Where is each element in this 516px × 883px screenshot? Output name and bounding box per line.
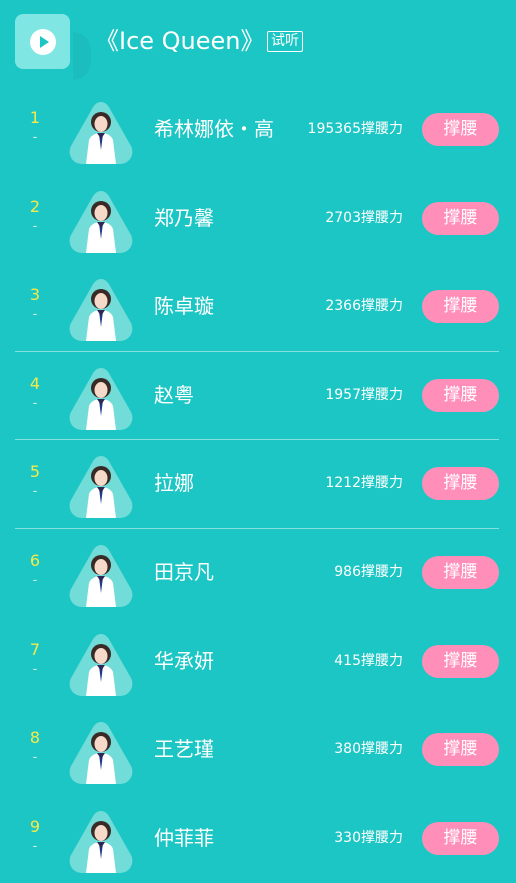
- support-button[interactable]: 撑腰: [422, 378, 499, 412]
- ranking-row: 8 - 王艺瑾 380撑腰力 撑腰: [0, 706, 516, 795]
- ranking-list: 1 - 希林娜依・高 195365撑腰力 撑腰 2 - 郑乃馨 2703撑腰力 …: [0, 86, 516, 883]
- support-score: 1957撑腰力: [325, 386, 403, 403]
- ranking-row: 2 - 郑乃馨 2703撑腰力 撑腰: [0, 175, 516, 264]
- member-avatar[interactable]: [66, 364, 136, 434]
- ranking-row: 7 - 华承妍 415撑腰力 撑腰: [0, 618, 516, 707]
- ranking-row: 6 - 田京凡 986撑腰力 撑腰: [0, 529, 516, 618]
- rank-number: 5: [29, 462, 41, 482]
- rank-trend: -: [32, 395, 38, 411]
- member-avatar[interactable]: [66, 630, 136, 700]
- ranking-row: 5 - 拉娜 1212撑腰力 撑腰: [0, 440, 516, 529]
- rank-trend: -: [32, 572, 38, 588]
- play-button-shadow: [73, 32, 91, 80]
- member-avatar[interactable]: [66, 718, 136, 788]
- rank-number: 8: [29, 728, 41, 748]
- rank-number: 3: [29, 285, 41, 305]
- member-name: 陈卓璇: [154, 294, 214, 319]
- rank-number: 2: [29, 196, 41, 216]
- member-name: 王艺瑾: [154, 737, 214, 762]
- support-button[interactable]: 撑腰: [422, 821, 499, 855]
- support-button[interactable]: 撑腰: [422, 113, 499, 146]
- song-header: 《Ice Queen》 试听: [0, 0, 516, 86]
- support-button[interactable]: 撑腰: [422, 201, 499, 235]
- rank-trend: -: [32, 838, 38, 854]
- song-title: 《Ice Queen》: [95, 27, 265, 55]
- member-name: 华承妍: [154, 648, 214, 673]
- rank-trend: -: [32, 307, 38, 323]
- support-score: 2366撑腰力: [325, 298, 403, 315]
- support-button[interactable]: 撑腰: [422, 467, 499, 501]
- support-score: 330撑腰力: [334, 829, 403, 846]
- member-name: 郑乃馨: [154, 205, 214, 230]
- ranking-row: 4 - 赵粤 1957撑腰力 撑腰: [0, 352, 516, 441]
- support-button[interactable]: 撑腰: [422, 733, 499, 767]
- rank-number: 9: [29, 816, 41, 836]
- rank-number: 6: [29, 550, 41, 570]
- ranking-row: 9 - 仲菲菲 330撑腰力 撑腰: [0, 795, 516, 883]
- support-score: 1212撑腰力: [325, 475, 403, 492]
- member-name: 拉娜: [154, 471, 194, 496]
- support-button[interactable]: 撑腰: [422, 555, 499, 589]
- support-score: 986撑腰力: [334, 563, 403, 580]
- member-avatar[interactable]: [66, 98, 136, 168]
- rank-trend: -: [32, 218, 38, 234]
- member-name: 田京凡: [154, 559, 214, 584]
- support-score: 415撑腰力: [334, 652, 403, 669]
- listen-button[interactable]: 试听: [267, 31, 303, 52]
- member-name: 仲菲菲: [154, 825, 214, 850]
- support-score: 2703撑腰力: [325, 209, 403, 226]
- rank-number: 4: [29, 373, 41, 393]
- support-button[interactable]: 撑腰: [422, 644, 499, 678]
- rank-number: 1: [29, 108, 41, 127]
- member-avatar[interactable]: [66, 807, 136, 877]
- member-avatar[interactable]: [66, 452, 136, 522]
- ranking-row: 3 - 陈卓璇 2366撑腰力 撑腰: [0, 263, 516, 352]
- rank-trend: -: [32, 750, 38, 766]
- support-score: 195365撑腰力: [307, 121, 403, 137]
- rank-trend: -: [32, 484, 38, 500]
- support-score: 380撑腰力: [334, 741, 403, 758]
- play-icon: [30, 29, 56, 55]
- member-avatar[interactable]: [66, 541, 136, 611]
- support-button[interactable]: 撑腰: [422, 290, 499, 324]
- member-avatar[interactable]: [66, 275, 136, 345]
- member-name: 希林娜依・高: [154, 117, 274, 141]
- play-button[interactable]: [15, 14, 91, 80]
- rank-trend: -: [32, 130, 38, 145]
- rank-number: 7: [29, 639, 41, 659]
- ranking-row: 1 - 希林娜依・高 195365撑腰力 撑腰: [0, 86, 516, 175]
- member-name: 赵粤: [154, 382, 194, 407]
- rank-trend: -: [32, 661, 38, 677]
- member-avatar[interactable]: [66, 187, 136, 257]
